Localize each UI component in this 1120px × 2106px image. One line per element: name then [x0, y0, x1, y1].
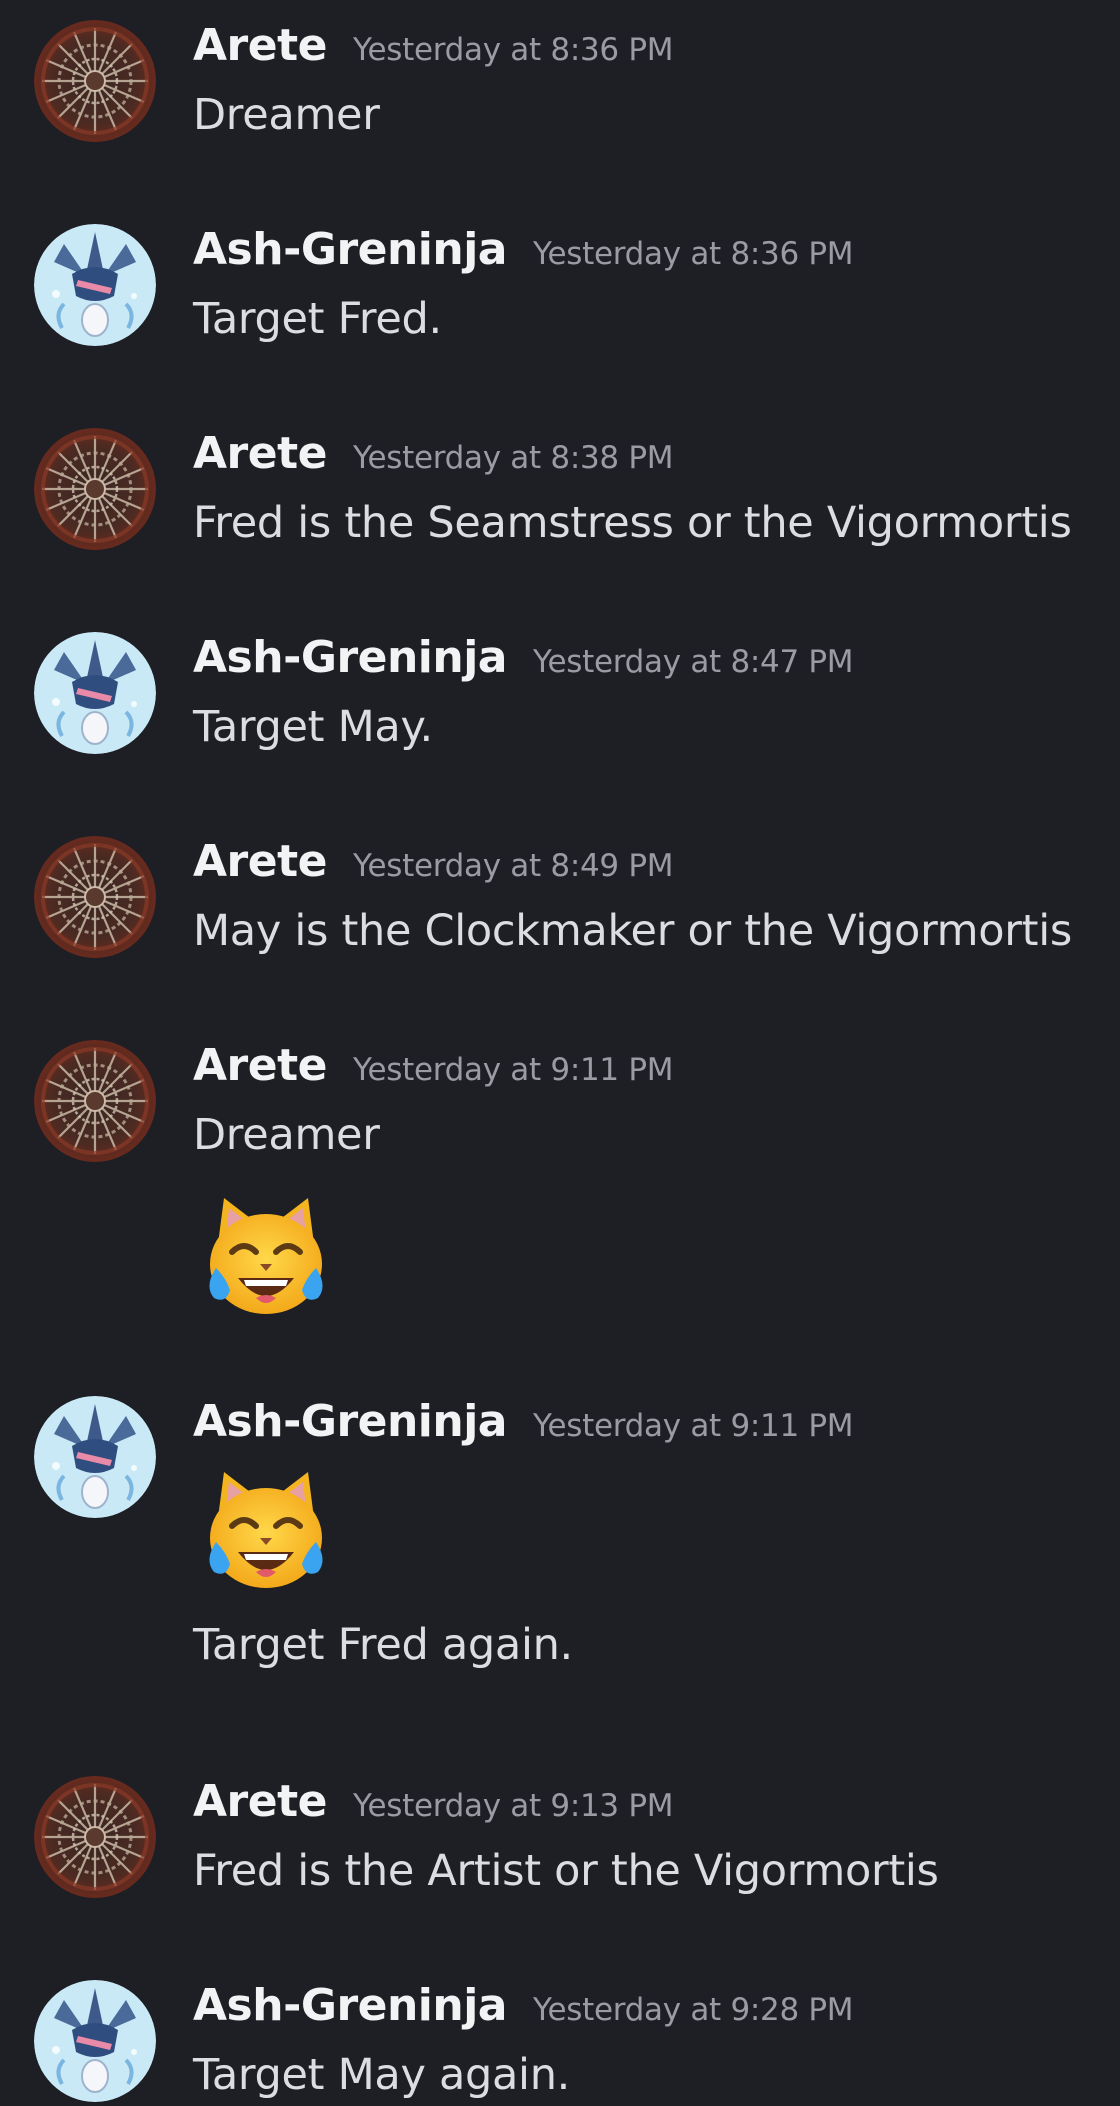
author-name[interactable]: Ash-Greninja: [193, 224, 508, 275]
author-name[interactable]: Ash-Greninja: [193, 1980, 508, 2031]
author-name[interactable]: Arete: [193, 1040, 327, 1091]
message-timestamp: Yesterday at 9:11 PM: [352, 1052, 674, 1088]
message-header: Ash-Greninja Yesterday at 9:11 PM: [193, 1396, 854, 1456]
message-header: Arete Yesterday at 8:36 PM: [193, 20, 674, 80]
avatar[interactable]: [34, 20, 156, 142]
message-header: Ash-Greninja Yesterday at 9:28 PM: [193, 1980, 854, 2040]
avatar[interactable]: [34, 428, 156, 550]
message-text: Target May.: [193, 702, 433, 752]
avatar[interactable]: [34, 836, 156, 958]
avatar[interactable]: [34, 1040, 156, 1162]
author-name[interactable]: Ash-Greninja: [193, 1396, 508, 1447]
joy-cat-emoji[interactable]: [196, 1460, 336, 1600]
message-header: Arete Yesterday at 9:11 PM: [193, 1040, 674, 1100]
message-text: Target Fred.: [193, 294, 442, 344]
message-timestamp: Yesterday at 8:36 PM: [352, 32, 674, 68]
message-timestamp: Yesterday at 9:11 PM: [533, 1408, 854, 1444]
greninja-avatar-icon: [34, 632, 156, 754]
message-text: Dreamer: [193, 1110, 380, 1160]
message-header: Arete Yesterday at 8:38 PM: [193, 428, 674, 488]
message-timestamp: Yesterday at 9:28 PM: [533, 1992, 854, 2028]
author-name[interactable]: Arete: [193, 428, 327, 479]
message-text: Target Fred again.: [193, 1620, 573, 1670]
joy-cat-icon: [196, 1460, 336, 1600]
mandala-avatar-icon: [34, 428, 156, 550]
mandala-avatar-icon: [34, 1776, 156, 1898]
message-text: Fred is the Seamstress or the Vigormorti…: [193, 498, 1072, 548]
author-name[interactable]: Arete: [193, 1776, 327, 1827]
message-timestamp: Yesterday at 8:47 PM: [533, 644, 854, 680]
greninja-avatar-icon: [34, 1980, 156, 2102]
message-header: Ash-Greninja Yesterday at 8:36 PM: [193, 224, 854, 284]
joy-cat-icon: [196, 1186, 336, 1326]
message-header: Arete Yesterday at 9:13 PM: [193, 1776, 674, 1836]
author-name[interactable]: Ash-Greninja: [193, 632, 508, 683]
message-text: Target May again.: [193, 2050, 571, 2100]
avatar[interactable]: [34, 224, 156, 346]
message-text: May is the Clockmaker or the Vigormortis: [193, 906, 1072, 956]
avatar[interactable]: [34, 1396, 156, 1518]
author-name[interactable]: Arete: [193, 20, 327, 71]
mandala-avatar-icon: [34, 836, 156, 958]
author-name[interactable]: Arete: [193, 836, 327, 887]
message-header: Arete Yesterday at 8:49 PM: [193, 836, 674, 896]
avatar[interactable]: [34, 632, 156, 754]
message-header: Ash-Greninja Yesterday at 8:47 PM: [193, 632, 854, 692]
greninja-avatar-icon: [34, 1396, 156, 1518]
message-timestamp: Yesterday at 8:38 PM: [352, 440, 674, 476]
message-timestamp: Yesterday at 8:36 PM: [533, 236, 854, 272]
greninja-avatar-icon: [34, 224, 156, 346]
mandala-avatar-icon: [34, 1040, 156, 1162]
avatar[interactable]: [34, 1776, 156, 1898]
message-timestamp: Yesterday at 8:49 PM: [352, 848, 674, 884]
avatar[interactable]: [34, 1980, 156, 2102]
chat-message-list: Arete Yesterday at 8:36 PM Dreamer Ash-G…: [0, 0, 1120, 2106]
mandala-avatar-icon: [34, 20, 156, 142]
message-text: Dreamer: [193, 90, 380, 140]
joy-cat-emoji[interactable]: [196, 1186, 336, 1326]
message-timestamp: Yesterday at 9:13 PM: [352, 1788, 674, 1824]
message-text: Fred is the Artist or the Vigormortis: [193, 1846, 939, 1896]
